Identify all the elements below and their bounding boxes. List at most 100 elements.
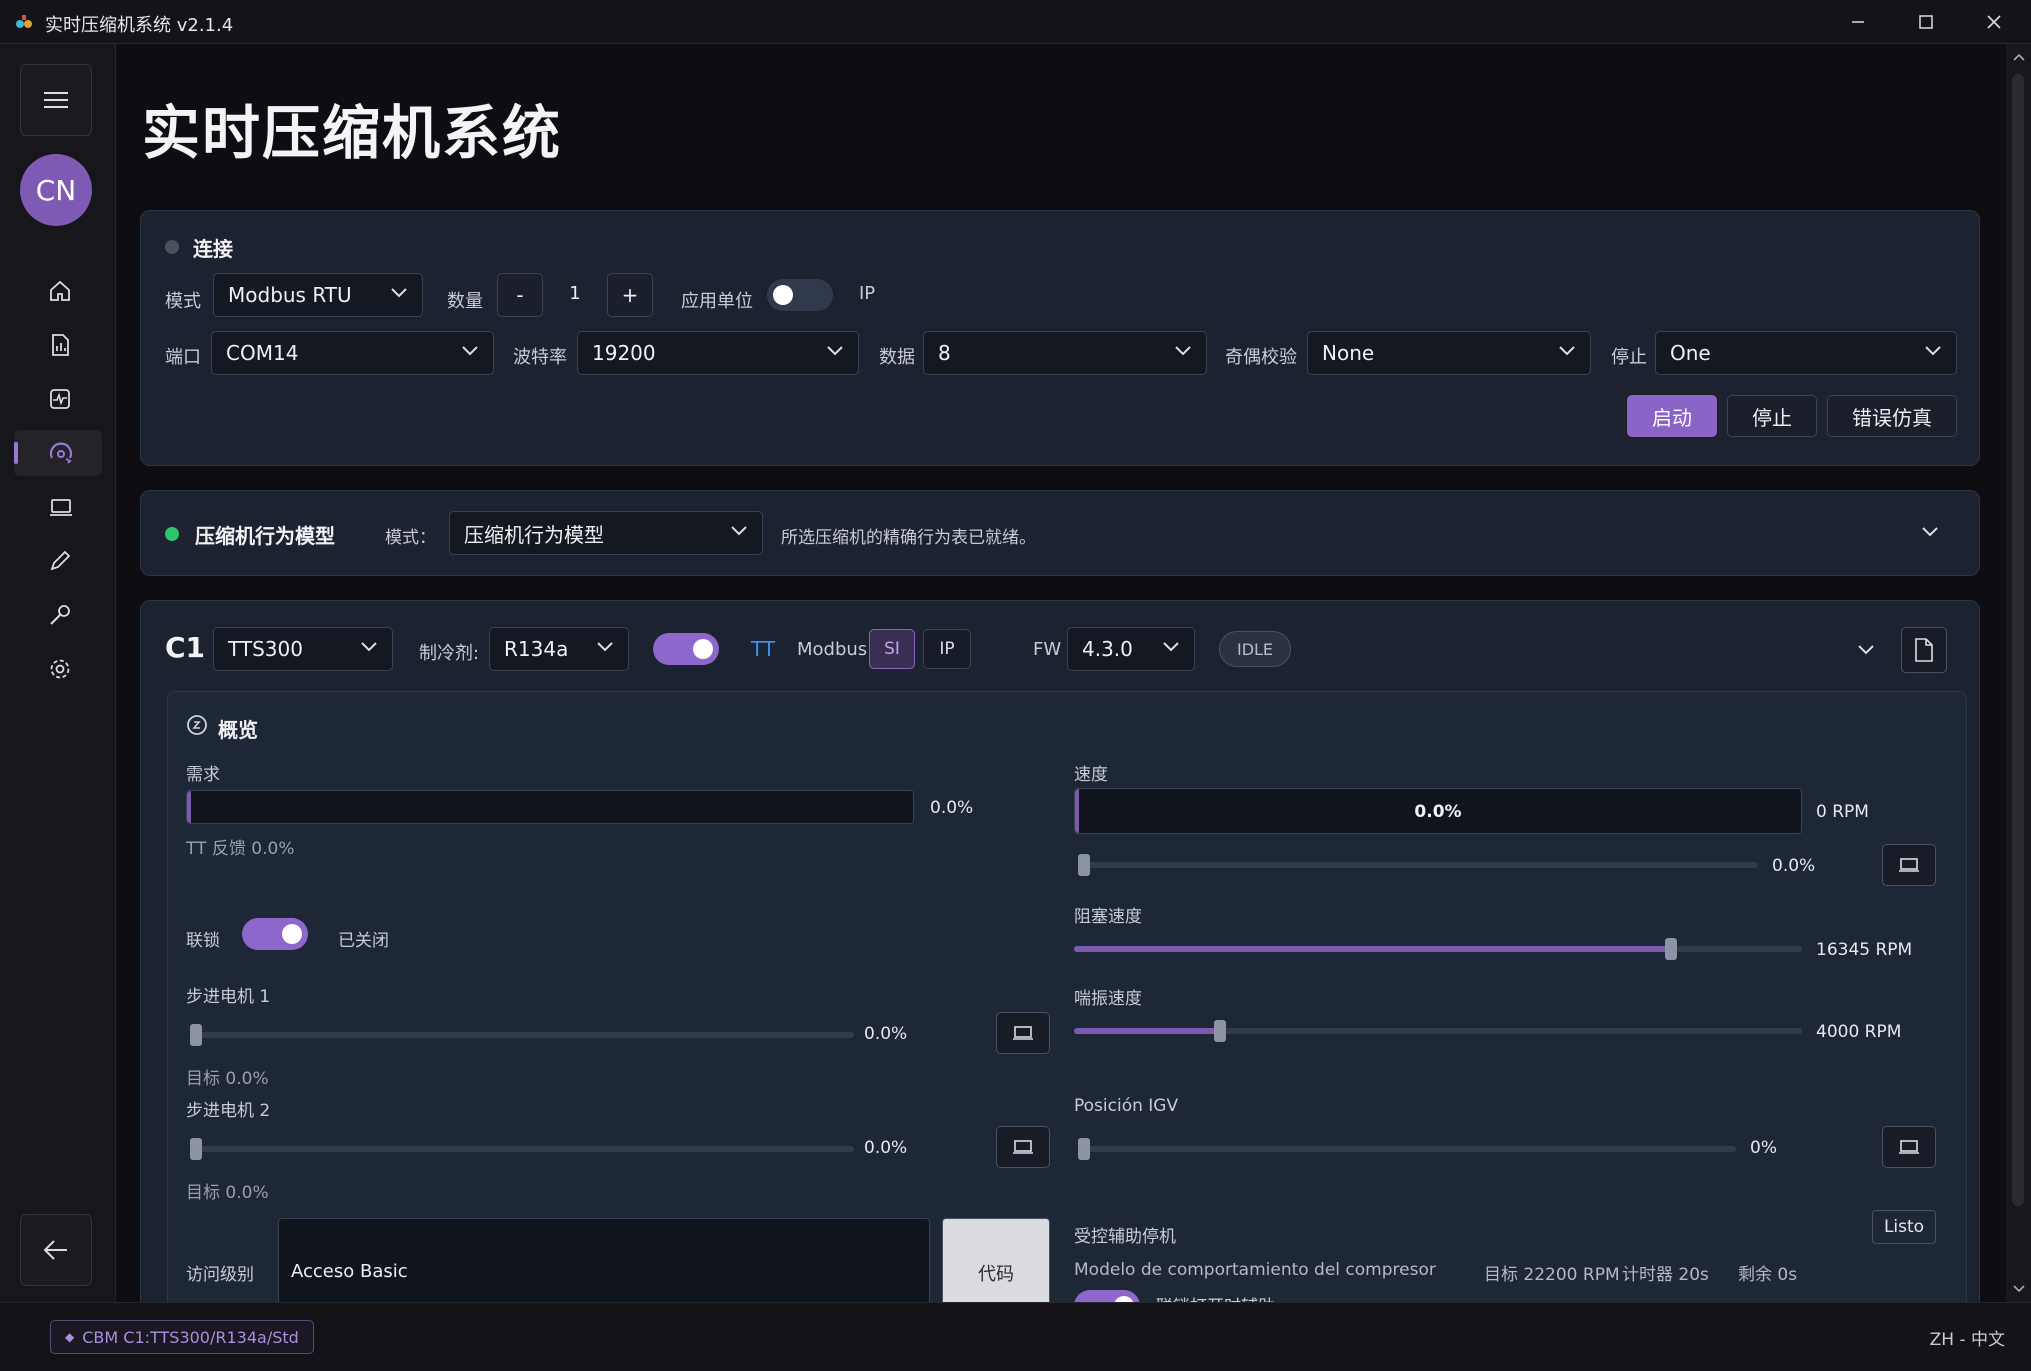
status-chip[interactable]: ◆ CBM C1:TTS300/R134a/Std — [50, 1320, 314, 1354]
speed-laptop-button[interactable] — [1882, 844, 1936, 886]
fw-label: FW — [1033, 639, 1062, 660]
count-increment-button[interactable]: + — [607, 273, 653, 317]
pen-icon — [50, 550, 71, 571]
access-level-field[interactable]: Acceso Basic — [278, 1218, 930, 1302]
model-status-text: 所选压缩机的精确行为表已就绪。 — [781, 528, 1036, 548]
stop-button[interactable]: 停止 — [1727, 395, 1817, 437]
stepper1-slider[interactable] — [190, 1024, 854, 1046]
scroll-up-icon[interactable] — [2012, 52, 2026, 62]
sidebar-item-compressor[interactable] — [14, 430, 102, 476]
si-unit-button[interactable]: SI — [869, 629, 915, 669]
data-bits-select[interactable]: 8 — [923, 331, 1207, 375]
collapse-chevron-icon[interactable] — [1857, 643, 1875, 657]
stepper2-slider[interactable] — [190, 1138, 854, 1160]
stepper1-laptop-button[interactable] — [996, 1012, 1050, 1054]
status-bar: ◆ CBM C1:TTS300/R134a/Std ZH - 中文 — [0, 1302, 2031, 1371]
stepper1-value: 0.0% — [864, 1024, 908, 1044]
aux-timer-text: 计时器 20s — [1622, 1265, 1709, 1285]
count-decrement-button[interactable]: - — [497, 273, 543, 317]
close-button[interactable] — [1960, 0, 2028, 44]
avatar[interactable]: CN — [20, 154, 92, 226]
igv-position-slider[interactable] — [1078, 1138, 1736, 1160]
demand-bar-fill — [187, 791, 191, 823]
sidebar-item-laptop[interactable] — [14, 484, 102, 530]
mode-select[interactable]: Modbus RTU — [213, 273, 423, 317]
report-icon — [52, 334, 69, 356]
baud-select[interactable]: 19200 — [577, 331, 859, 375]
surge-speed-slider[interactable] — [1074, 1020, 1802, 1042]
choke-speed-thumb[interactable] — [1664, 938, 1677, 960]
chevron-down-icon — [1163, 642, 1179, 652]
start-button[interactable]: 启动 — [1627, 395, 1717, 437]
aux-interlock-toggle[interactable] — [1074, 1290, 1140, 1302]
fw-value: 4.3.0 — [1082, 637, 1133, 661]
sidebar-item-tools[interactable] — [14, 592, 102, 638]
aux-interlock-text: 联锁打开时辅助 — [1156, 1292, 1275, 1302]
igv-position-thumb[interactable] — [1078, 1138, 1090, 1160]
scrollbar-thumb[interactable] — [2012, 74, 2024, 1206]
sidebar-item-edit[interactable] — [14, 538, 102, 584]
choke-speed-label: 阻塞速度 — [1074, 907, 1142, 927]
mode-label: 模式 — [165, 291, 201, 312]
count-value[interactable]: 1 — [557, 283, 593, 304]
tt-label: TT — [751, 637, 776, 661]
expand-chevron-icon[interactable] — [1921, 525, 1939, 539]
ip-unit-button[interactable]: IP — [923, 629, 971, 669]
minimize-icon — [1852, 21, 1864, 23]
igv-laptop-button[interactable] — [1882, 1126, 1936, 1168]
back-button[interactable] — [20, 1214, 92, 1286]
chevron-down-icon — [1175, 346, 1191, 356]
stepper2-laptop-button[interactable] — [996, 1126, 1050, 1168]
baud-select-value: 19200 — [592, 341, 656, 365]
tt-feedback: TT 反馈 0.0% — [186, 839, 295, 859]
sidebar: CN — [0, 44, 116, 1302]
sidebar-item-home[interactable] — [14, 268, 102, 314]
port-select[interactable]: COM14 — [211, 331, 494, 375]
stop-bits-select[interactable]: One — [1655, 331, 1957, 375]
code-button[interactable]: 代码 — [942, 1218, 1050, 1302]
interlock-state: 已关闭 — [338, 931, 389, 951]
model-mode-select[interactable]: 压缩机行为模型 — [449, 511, 763, 555]
stepper1-slider-thumb[interactable] — [190, 1024, 202, 1046]
title-bar: 实时压缩机系统 v2.1.4 — [0, 0, 2031, 44]
interlock-label: 联锁 — [186, 931, 220, 951]
sidebar-item-reports[interactable] — [14, 322, 102, 368]
interlock-toggle[interactable] — [242, 918, 308, 950]
choke-speed-slider[interactable] — [1074, 938, 1802, 960]
stepper1-label: 步进电机 1 — [186, 987, 271, 1007]
document-icon — [1915, 638, 1933, 662]
vertical-scrollbar[interactable] — [2006, 44, 2031, 1302]
surge-speed-thumb[interactable] — [1213, 1020, 1226, 1042]
scroll-down-icon[interactable] — [2012, 1284, 2026, 1294]
fault-simulation-button[interactable]: 错误仿真 — [1827, 395, 1957, 437]
stepper2-slider-thumb[interactable] — [190, 1138, 202, 1160]
arrow-left-icon — [43, 1240, 67, 1260]
refrigerant-select[interactable]: R134a — [489, 627, 629, 671]
igv-position-value: 0% — [1750, 1138, 1777, 1158]
choke-speed-value: 16345 RPM — [1816, 940, 1913, 960]
document-button[interactable] — [1901, 627, 1947, 673]
access-level-value: Acceso Basic — [291, 1261, 408, 1282]
speed-slider-thumb[interactable] — [1078, 854, 1090, 876]
laptop-icon — [50, 499, 72, 516]
aux-remaining-text: 剩余 0s — [1738, 1265, 1798, 1285]
count-label: 数量 — [447, 291, 483, 312]
maximize-button[interactable] — [1892, 0, 1960, 44]
parity-label: 奇偶校验 — [1225, 347, 1297, 368]
parity-select[interactable]: None — [1307, 331, 1591, 375]
speed-slider[interactable] — [1078, 854, 1758, 876]
access-level-label: 访问级别 — [186, 1265, 254, 1285]
unit-toggle[interactable] — [767, 279, 833, 311]
tt-toggle[interactable] — [653, 633, 719, 665]
connection-card: 连接 模式 Modbus RTU 数量 - 1 + 应用单位 IP 端口 COM… — [140, 210, 1980, 466]
sidebar-item-settings[interactable] — [14, 646, 102, 692]
minimize-button[interactable] — [1824, 0, 1892, 44]
gear-icon — [50, 659, 70, 679]
sidebar-item-monitor[interactable] — [14, 376, 102, 422]
mode-select-value: Modbus RTU — [228, 283, 352, 307]
demand-value: 0.0% — [930, 798, 974, 818]
language-indicator[interactable]: ZH - 中文 — [1930, 1325, 2005, 1350]
compressor-model-select[interactable]: TTS300 — [213, 627, 393, 671]
menu-button[interactable] — [20, 64, 92, 136]
fw-select[interactable]: 4.3.0 — [1067, 627, 1195, 671]
